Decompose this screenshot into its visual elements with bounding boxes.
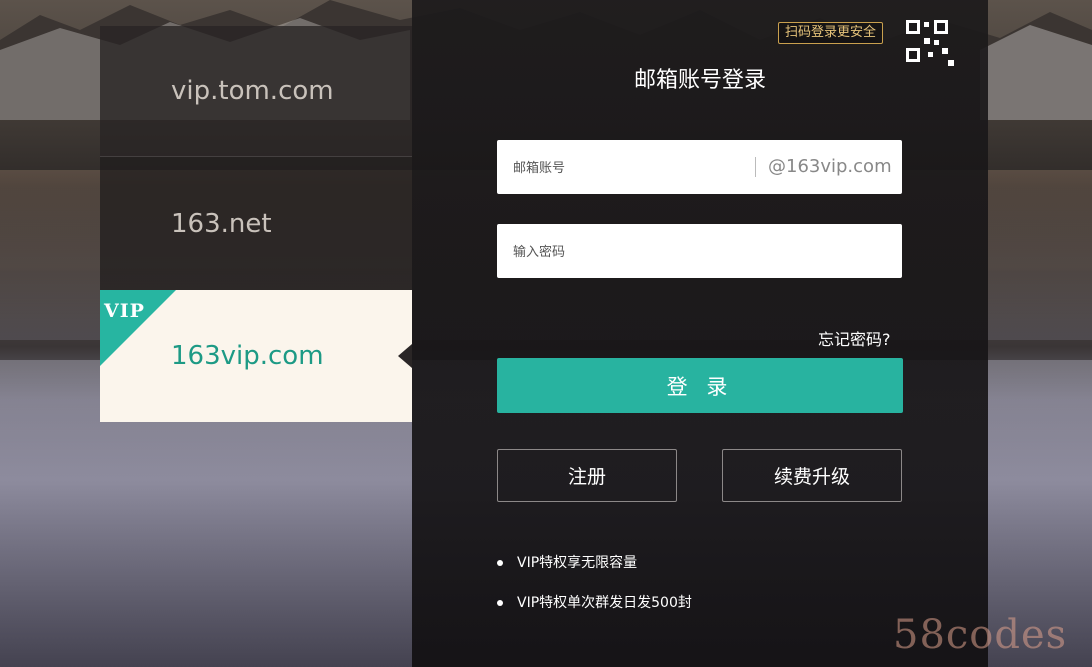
- domain-label: 163.net: [171, 208, 272, 239]
- perk-text: VIP特权享无限容量: [517, 555, 638, 571]
- bullet-icon: [497, 560, 503, 566]
- domain-item-163net[interactable]: 163.net: [100, 157, 412, 290]
- domain-label: 163vip.com: [171, 341, 324, 371]
- list-item: VIP特权享无限容量: [497, 552, 692, 592]
- email-input[interactable]: [511, 140, 745, 196]
- password-field[interactable]: [497, 224, 902, 280]
- selected-arrow-icon: [398, 344, 412, 368]
- login-button[interactable]: 登 录: [497, 358, 903, 413]
- watermark: 58codes: [893, 612, 1068, 658]
- vip-badge-text: VIP: [104, 300, 145, 322]
- list-item: VIP特权单次群发日发500封: [497, 592, 692, 632]
- vip-perks-list: VIP特权享无限容量 VIP特权单次群发日发500封: [497, 552, 692, 632]
- email-field[interactable]: @163vip.com: [497, 140, 902, 196]
- domain-list: vip.tom.com 163.net VIP 163vip.com: [100, 26, 412, 422]
- upgrade-button[interactable]: 续费升级: [722, 449, 902, 502]
- email-domain-suffix: @163vip.com: [768, 156, 892, 177]
- register-button[interactable]: 注册: [497, 449, 677, 502]
- domain-item-163vip[interactable]: VIP 163vip.com: [100, 290, 412, 422]
- qr-login-hint[interactable]: 扫码登录更安全: [778, 22, 884, 44]
- domain-item-tom[interactable]: vip.tom.com: [100, 26, 412, 157]
- page-title: 邮箱账号登录: [633, 68, 766, 93]
- domain-label: vip.tom.com: [171, 76, 334, 106]
- login-panel: 扫码登录更安全 邮箱账号登录 @163vip.com 忘记密码? 登 录 注册 …: [412, 0, 988, 667]
- password-input[interactable]: [511, 224, 885, 280]
- bullet-icon: [497, 600, 503, 606]
- suffix-divider: [755, 157, 756, 177]
- forgot-password-link[interactable]: 忘记密码?: [818, 326, 891, 350]
- perk-text: VIP特权单次群发日发500封: [517, 595, 692, 611]
